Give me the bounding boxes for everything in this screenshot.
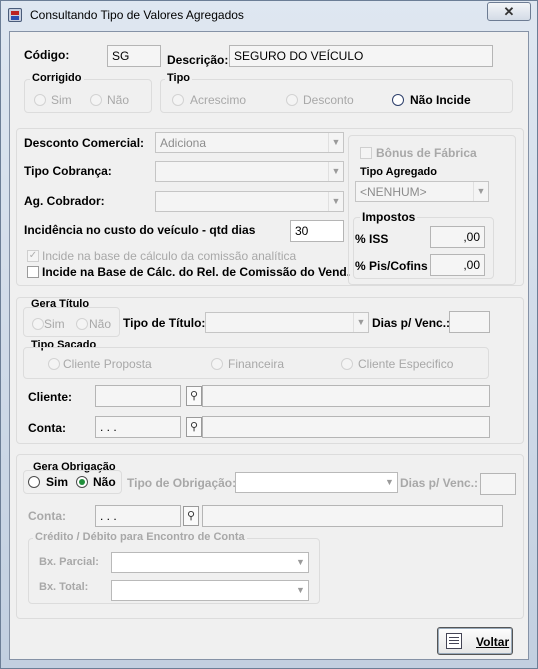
tipo-desconto-radio[interactable] [286,94,298,106]
tipo-titulo-label: Tipo de Título: [123,316,206,330]
conta-obrigacao-lookup-button[interactable]: ⚲ [183,506,199,526]
credito-debito-label: Crédito / Débito para Encontro de Conta [33,531,247,543]
incide-rel-comissao-label: Incide na Base de Cálc. do Rel. de Comis… [42,265,351,279]
conta-obrigacao-label: Conta: [28,509,66,523]
incidencia-dias-field[interactable]: 30 [290,220,344,242]
conta-obrigacao-code-field[interactable]: . . . [95,505,181,527]
tipo-desconto-label: Desconto [303,93,354,107]
dias-venc-titulo-label: Dias p/ Venc.: [372,316,451,330]
tipo-nao-incide-label: Não Incide [410,93,471,107]
chevron-down-icon: ▼ [473,182,488,201]
chevron-down-icon: ▼ [328,192,343,211]
descricao-field[interactable]: SEGURO DO VEÍCULO [229,45,493,67]
form-panel: Código: SG Descrição: SEGURO DO VEÍCULO … [9,31,529,660]
dias-venc-obrigacao-label: Dias p/ Venc.: [400,476,479,490]
gera-titulo-sim-radio[interactable] [32,318,44,330]
corrigido-nao-label: Não [107,93,130,107]
conta-titulo-lookup-button[interactable]: ⚲ [186,417,202,437]
codigo-field[interactable]: SG [107,45,161,67]
codigo-label: Código: [24,48,70,62]
desconto-comercial-select[interactable]: Adiciona ▼ [155,132,344,153]
search-icon: ⚲ [189,390,199,402]
dias-venc-obrigacao-field[interactable] [480,473,516,495]
desconto-comercial-label: Desconto Comercial: [24,136,145,150]
corrigido-sim-label: Sim [51,93,72,107]
tipo-titulo-select[interactable]: ▼ [205,312,369,333]
gera-obrigacao-nao-label: Não [93,475,116,489]
bx-total-label: Bx. Total: [39,581,89,593]
gera-obrigacao-sim-radio[interactable] [28,476,40,488]
tipo-agregado-select[interactable]: <NENHUM> ▼ [355,181,489,202]
cliente-label: Cliente: [28,390,73,404]
ag-cobrador-select[interactable]: ▼ [155,191,344,212]
chevron-down-icon: ▼ [296,585,305,595]
bx-parcial-label: Bx. Parcial: [39,556,99,568]
corrigido-sim-radio[interactable] [34,94,46,106]
sacado-cliente-especifico-radio[interactable] [341,358,353,370]
desconto-comercial-value: Adiciona [160,136,207,150]
chevron-down-icon: ▼ [385,477,394,487]
app-icon [8,8,22,22]
incide-comissao-label: Incide na base de cálculo da comissão an… [42,249,297,263]
chevron-down-icon: ▼ [296,557,305,567]
gera-obrigacao-nao-radio[interactable] [76,476,88,488]
sacado-financeira-radio[interactable] [211,358,223,370]
corrigido-label: Corrigido [30,72,84,84]
impostos-label: Impostos [360,210,418,224]
search-icon: ⚲ [189,421,199,433]
conta-titulo-name-field[interactable] [202,416,490,438]
voltar-button[interactable]: Voltar [437,627,513,655]
tipo-agregado-value: <NENHUM> [360,185,427,199]
corrigido-nao-radio[interactable] [90,94,102,106]
tipo-label: Tipo [165,72,193,84]
title-bar: Consultando Tipo de Valores Agregados ✕ [1,1,537,29]
gera-titulo-sim-label: Sim [44,317,65,331]
gera-obrigacao-sim-label: Sim [46,475,69,489]
incide-rel-comissao-checkbox[interactable] [27,266,39,278]
bonus-fabrica-checkbox[interactable] [360,147,372,159]
tipo-obrigacao-select[interactable]: ▼ [235,472,398,493]
cliente-name-field[interactable] [202,385,490,407]
tipo-acrescimo-label: Acrescimo [190,93,247,107]
ag-cobrador-label: Ag. Cobrador: [24,194,105,208]
bx-parcial-select[interactable]: ▼ [111,552,309,573]
cliente-lookup-button[interactable]: ⚲ [186,386,202,406]
sacado-financeira-label: Financeira [228,357,285,371]
sacado-cliente-especifico-label: Cliente Especifico [358,357,454,371]
chevron-down-icon: ▼ [328,162,343,181]
pis-cofins-field[interactable]: ,00 [430,254,485,276]
close-button[interactable]: ✕ [487,2,531,21]
voltar-label: Voltar [476,635,510,649]
search-icon: ⚲ [186,510,196,522]
exit-icon [446,633,462,649]
chevron-down-icon: ▼ [353,313,368,332]
incide-comissao-checkbox[interactable]: ✓ [27,250,39,262]
chevron-down-icon: ▼ [328,133,343,152]
bonus-fabrica-label: Bônus de Fábrica [376,146,477,160]
dias-venc-titulo-field[interactable] [449,311,490,333]
dialog-window: Consultando Tipo de Valores Agregados ✕ … [0,0,538,669]
bx-total-select[interactable]: ▼ [111,580,309,601]
conta-titulo-code-field[interactable]: . . . [95,416,181,438]
incidencia-label: Incidência no custo do veículo - qtd dia… [24,223,256,237]
tipo-obrigacao-label: Tipo de Obrigação: [127,476,237,490]
tipo-acrescimo-radio[interactable] [172,94,184,106]
cliente-code-field[interactable] [95,385,181,407]
tipo-nao-incide-radio[interactable] [392,94,404,106]
iss-label: % ISS [355,232,389,246]
window-title: Consultando Tipo de Valores Agregados [30,8,244,22]
conta-titulo-label: Conta: [28,421,66,435]
tipo-cobranca-label: Tipo Cobrança: [24,164,112,178]
sacado-cliente-proposta-radio[interactable] [48,358,60,370]
conta-obrigacao-name-field[interactable] [202,505,503,527]
gera-titulo-nao-radio[interactable] [76,318,88,330]
iss-field[interactable]: ,00 [430,226,485,248]
gera-titulo-nao-label: Não [89,317,112,331]
sacado-cliente-proposta-label: Cliente Proposta [63,357,152,371]
descricao-label: Descrição: [167,53,229,67]
tipo-agregado-label: Tipo Agregado [360,166,437,178]
pis-cofins-label: % Pis/Cofins [355,259,428,273]
tipo-cobranca-select[interactable]: ▼ [155,161,344,182]
